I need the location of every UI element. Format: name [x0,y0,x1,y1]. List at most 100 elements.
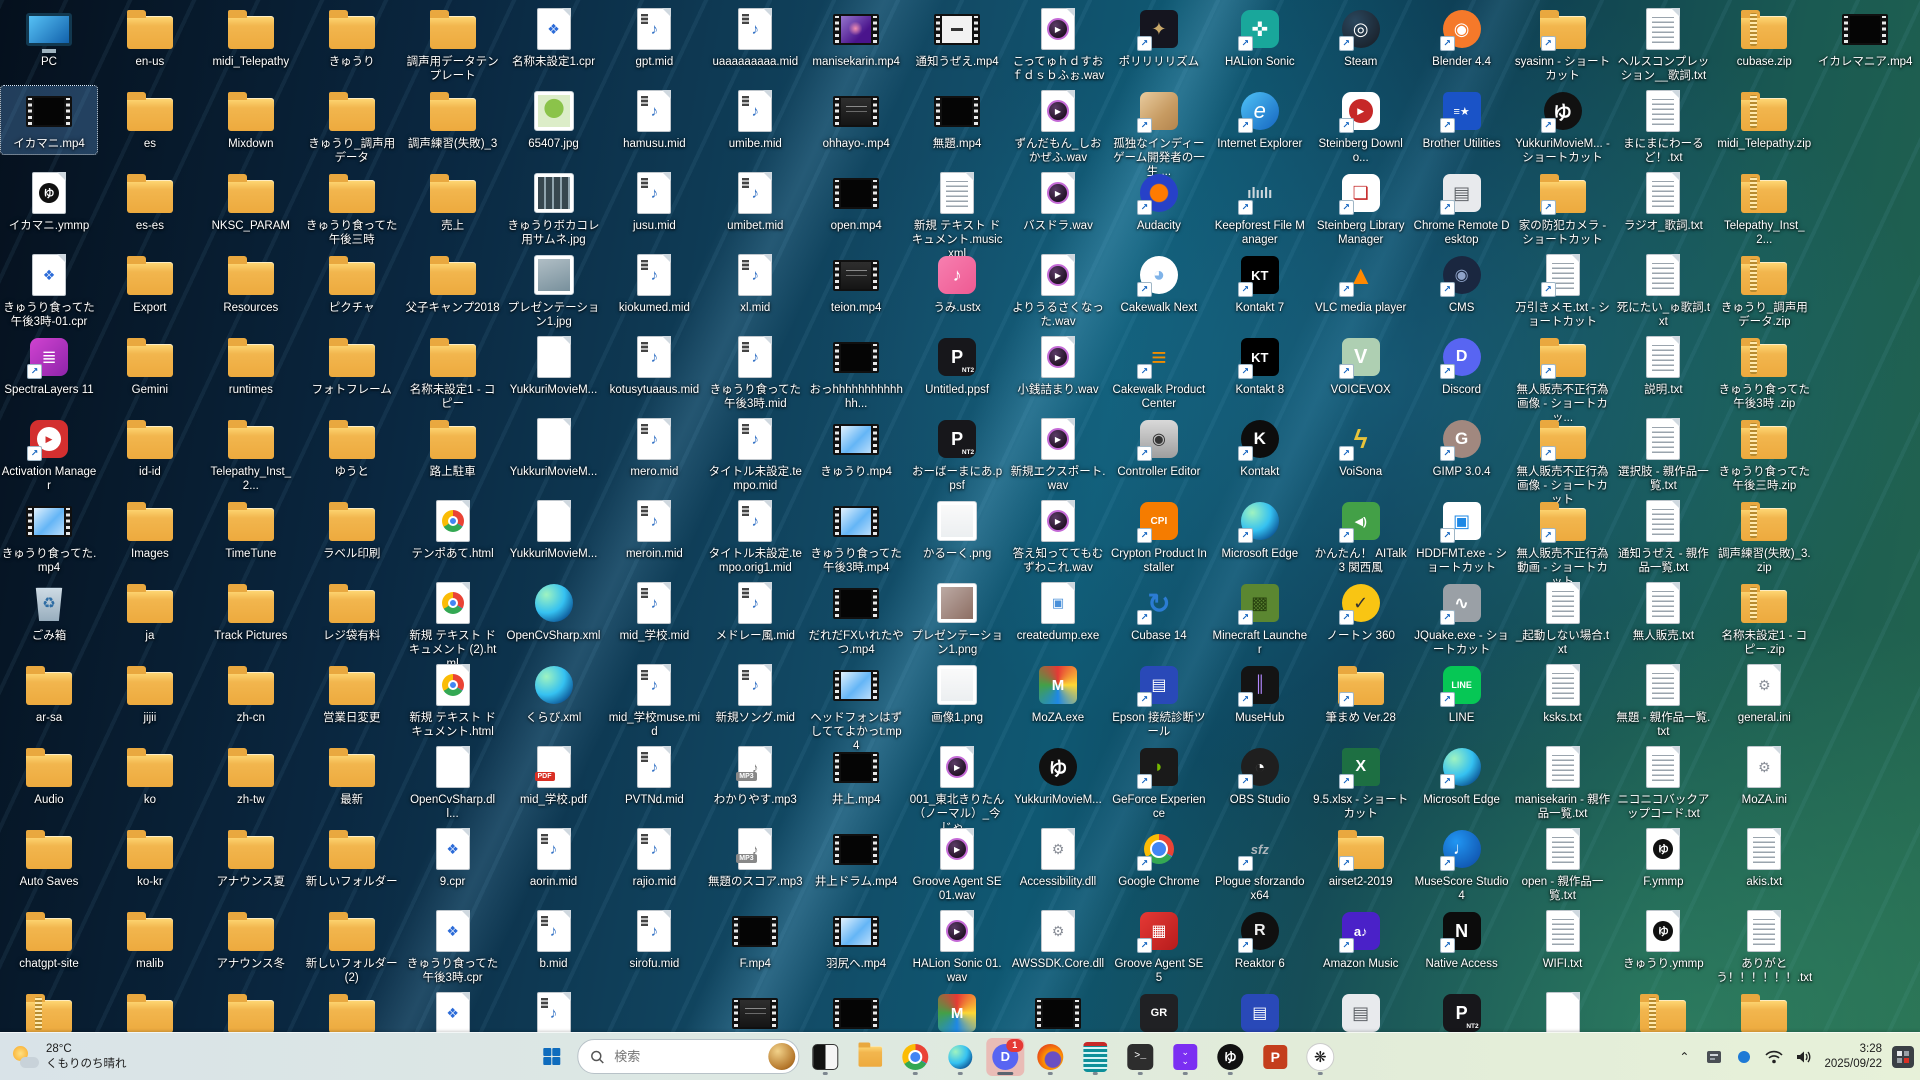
discord[interactable]: D1 [986,1038,1024,1076]
desktop-icon[interactable]: かるーく.png [909,496,1005,564]
desktop-icon[interactable]: ↗Google Chrome [1111,824,1207,892]
desktop-icon[interactable]: ♪mid_学校muse.mid [606,660,702,742]
desktop-icon[interactable]: 調声練習(失敗)_3.zip [1716,496,1812,578]
desktop-icon[interactable]: ❖きゅうり食ってた午後3時.cpr [405,906,501,988]
desktop-icon[interactable]: 井上ドラム.mp4 [808,824,904,892]
desktop-icon[interactable]: ↗家の防犯カメラ - ショートカット [1515,168,1611,250]
desktop-icon[interactable]: きゅうり.mp4 [808,414,904,482]
desktop-icon[interactable]: ラベル印刷 [304,496,400,564]
desktop-icon[interactable]: きゅうり [304,4,400,72]
desktop-icon[interactable]: R↗Reaktor 6 [1212,906,1308,974]
desktop-icon[interactable]: 名称未設定1 - コピー.zip [1716,578,1812,660]
desktop-icon[interactable]: Mixdown [203,86,299,154]
desktop-icon[interactable]: 無人販売.txt [1615,578,1711,646]
search-box[interactable] [577,1039,799,1074]
desktop-icon[interactable]: open.mp4 [808,168,904,236]
desktop-icon[interactable]: ⚙general.ini [1716,660,1812,728]
desktop-icon[interactable]: a♪↗Amazon Music [1313,906,1409,974]
desktop-icon[interactable]: 画像1.png [909,660,1005,728]
desktop-icon[interactable]: ılıılı↗Keepforest File Manager [1212,168,1308,250]
desktop-icon[interactable]: ▣↗HDDFMT.exe - ショートカット [1414,496,1510,578]
desktop-icon[interactable]: きゅうり食ってた午後三時 [304,168,400,250]
desktop-icon[interactable]: ゆYukkuriMovieM... [1010,742,1106,810]
desktop-icon[interactable]: teion.mp4 [808,250,904,318]
desktop-icon[interactable]: ▶ずんだもん_しおかぜふ.wav [1010,86,1106,168]
desktop-icon[interactable]: TimeTune [203,496,299,564]
desktop-icon[interactable]: manisekarin.mp4 [808,4,904,72]
desktop-icon[interactable]: NKSC_PARAM [203,168,299,236]
desktop-icon[interactable]: ❖名称未設定1.cpr [506,4,602,72]
desktop-icon[interactable]: ❖9.cpr [405,824,501,892]
desktop-icon[interactable]: ✓↗ノートン 360 [1313,578,1409,646]
desktop-icon[interactable]: midi_Telepathy.zip [1716,86,1812,154]
desktop-icon[interactable]: 死にたい_ゅ歌詞.txt [1615,250,1711,332]
desktop-icon[interactable]: ♪b.mid [506,906,602,974]
desktop-icon[interactable]: ヘルスコンプレッション__歌詞.txt [1615,4,1711,86]
desktop-icon[interactable]: ゆイカマニ.ymmp [1,168,97,236]
desktop-icon[interactable]: ゆきゅうり.ymmp [1615,906,1711,974]
desktop-icon[interactable]: 新規 テキスト ドキュメント.html [405,660,501,742]
desktop-icon[interactable]: ♪umibet.mid [707,168,803,236]
desktop-icon[interactable]: es-es [102,168,198,236]
desktop-icon[interactable]: X↗9.5.xlsx - ショートカット [1313,742,1409,824]
desktop-icon[interactable]: イカマニ.mp4 [1,86,97,154]
desktop-icon[interactable]: ▶↗Activation Manager [1,414,97,496]
desktop-icon[interactable]: ◔↗OBS Studio [1212,742,1308,810]
desktop-icon[interactable]: ≡★↗Brother Utilities [1414,86,1510,154]
desktop-icon[interactable]: Auto Saves [1,824,97,892]
desktop-icon[interactable]: zh-tw [203,742,299,810]
striped-teal-app[interactable] [1076,1038,1114,1076]
desktop-icon[interactable]: WIFI.txt [1515,906,1611,974]
file-explorer[interactable] [851,1038,889,1076]
volume-icon[interactable] [1794,1046,1814,1068]
desktop-icon[interactable]: ↗Audacity [1111,168,1207,236]
desktop-icon[interactable]: 新しいフォルダー [304,824,400,892]
desktop-icon[interactable]: YukkuriMovieM... [506,332,602,400]
desktop-icon[interactable]: ⚙MoZA.ini [1716,742,1812,810]
desktop-icon[interactable]: Resources [203,250,299,318]
desktop-icon[interactable]: KT↗Kontakt 7 [1212,250,1308,318]
desktop-icon[interactable]: ♪sirofu.mid [606,906,702,974]
desktop-icon[interactable]: 路上駐車 [405,414,501,482]
desktop-icon[interactable]: ↻↗Cubase 14 [1111,578,1207,646]
tray-ime-icon[interactable] [1892,1046,1914,1068]
desktop-icon[interactable]: ↗airset2-2019 [1313,824,1409,892]
desktop-icon[interactable]: ▲↗VLC media player [1313,250,1409,318]
desktop-icon[interactable]: アナウンス冬 [203,906,299,974]
desktop-icon[interactable]: V↗VOICEVOX [1313,332,1409,400]
desktop-icon[interactable]: 調声練習(失敗)_3 [405,86,501,154]
desktop-icon[interactable]: ⚙Accessibility.dll [1010,824,1106,892]
desktop-icon[interactable]: ▩↗Minecraft Launcher [1212,578,1308,660]
desktop-icon[interactable]: Gemini [102,332,198,400]
desktop-icon[interactable]: ♪MP3無題のスコア.mp3 [707,824,803,892]
desktop-icon[interactable]: id-id [102,414,198,482]
desktop-icon[interactable]: ↗syasinn - ショートカット [1515,4,1611,86]
desktop-icon[interactable]: OpenCvSharp.xml [506,578,602,646]
desktop-icon[interactable]: Telepathy_Inst_2... [1716,168,1812,250]
desktop-icon[interactable]: Telepathy_Inst_2... [203,414,299,496]
desktop-icon[interactable]: runtimes [203,332,299,400]
desktop-icon[interactable]: ▶新規エクスポート.wav [1010,414,1106,496]
desktop-icon[interactable]: ♪mid_学校.mid [606,578,702,646]
desktop-icon[interactable]: ♪MP3わかりやす.mp3 [707,742,803,810]
desktop-icon[interactable]: ♪タイトル未設定.tempo.mid [707,414,803,496]
desktop-icon[interactable]: ↗Microsoft Edge [1212,496,1308,564]
desktop-icon[interactable]: 説明.txt [1615,332,1711,400]
desktop-icon[interactable]: ♪kiokumed.mid [606,250,702,318]
desktop-icon[interactable]: だれだFXいれたやつ.mp4 [808,578,904,660]
desktop-icon[interactable]: ◉↗Blender 4.4 [1414,4,1510,72]
desktop-icon[interactable]: ohhayo-.mp4 [808,86,904,154]
desktop-icon[interactable]: 新しいフォルダー (2) [304,906,400,988]
desktop-icon[interactable]: おっhhhhhhhhhhhhh... [808,332,904,414]
desktop-icon[interactable]: ラジオ_歌詞.txt [1615,168,1711,236]
start-button[interactable] [532,1038,570,1076]
desktop-icon[interactable]: 65407.jpg [506,86,602,154]
desktop-icon[interactable]: 通知うぜえ.mp4 [909,4,1005,72]
desktop-icon[interactable]: G↗GIMP 3.0.4 [1414,414,1510,482]
wifi-icon[interactable] [1764,1046,1784,1068]
desktop-icon[interactable]: ▶答え知っててもむずわこれ.wav [1010,496,1106,578]
taskbar-clock[interactable]: 3:28 2025/09/22 [1824,1042,1882,1072]
desktop-icon[interactable]: ♪gpt.mid [606,4,702,72]
desktop-icon[interactable]: ϟ↗VoiSona [1313,414,1409,482]
desktop-icon[interactable]: jijii [102,660,198,728]
